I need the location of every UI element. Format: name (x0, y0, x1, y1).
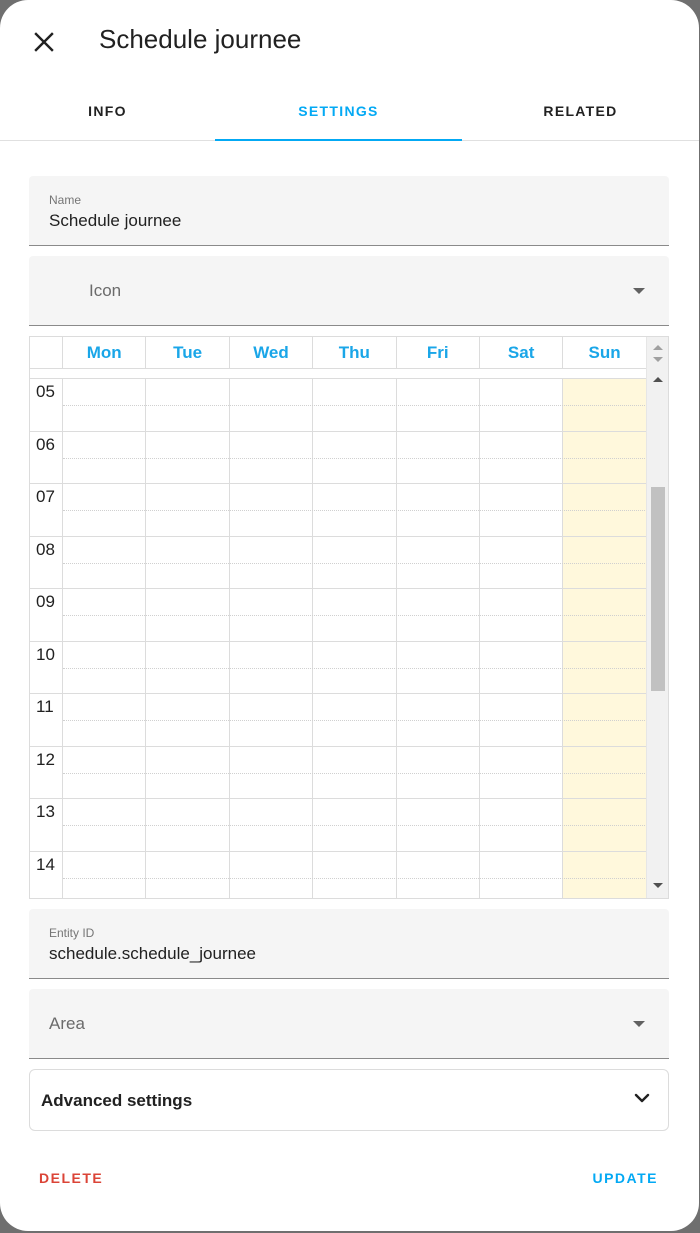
half-hour-divider (63, 405, 647, 406)
entity-id-value: schedule.schedule_journee (49, 944, 256, 963)
hour-row: 12 (30, 745, 647, 798)
dialog-header: Schedule journee (0, 0, 699, 82)
scroll-up-icon[interactable] (653, 345, 663, 350)
time-slot-sat[interactable] (480, 851, 564, 898)
hour-label: 07 (30, 484, 63, 536)
hour-label: 08 (30, 536, 63, 588)
dropdown-arrow-icon (633, 288, 645, 294)
hour-row: 10 (30, 640, 647, 693)
half-hour-divider (63, 615, 647, 616)
update-button[interactable]: UPDATE (592, 1170, 658, 1186)
time-slot-tue[interactable] (146, 851, 230, 898)
calendar-rows: 05 06 07 08 09 10 11 12 13 14 (30, 378, 647, 898)
entity-id-field[interactable]: Entity ID schedule.schedule_journee (29, 909, 669, 979)
scrollbar-thumb[interactable] (651, 487, 665, 691)
time-slot-mon[interactable] (63, 851, 147, 898)
time-slot-wed[interactable] (230, 851, 314, 898)
hour-row: 08 (30, 535, 647, 588)
half-hour-divider (63, 457, 647, 459)
hour-label: 14 (30, 851, 63, 898)
hour-label: 12 (30, 746, 63, 798)
hour-label: 11 (30, 694, 63, 746)
entity-id-label: Entity ID (49, 926, 95, 940)
day-header-wed: Wed (230, 337, 314, 368)
calendar-scrollbar[interactable] (646, 337, 668, 898)
icon-picker-placeholder: Icon (89, 281, 122, 300)
hour-row: 11 (30, 693, 647, 746)
hour-row: 06 (30, 430, 647, 483)
day-header-fri: Fri (397, 337, 480, 368)
close-button[interactable] (22, 20, 66, 64)
dialog-title: Schedule journee (99, 24, 302, 54)
hour-row: 05 (30, 378, 647, 431)
calendar-time-grid[interactable]: 05 06 07 08 09 10 11 12 13 14 (30, 370, 647, 898)
close-icon (34, 32, 54, 52)
hour-row: 09 (30, 588, 647, 641)
tab-bar: INFO SETTINGS RELATED (0, 82, 699, 141)
chevron-down-icon (634, 1093, 650, 1103)
half-hour-divider (63, 720, 647, 721)
area-picker-placeholder: Area (49, 1014, 85, 1033)
tab-info[interactable]: INFO (0, 82, 215, 140)
tab-related[interactable]: RELATED (462, 82, 699, 140)
day-header-sun: Sun (563, 337, 647, 368)
schedule-calendar[interactable]: Mon Tue Wed Thu Fri Sat Sun 05 06 07 08 09 10… (29, 336, 669, 899)
hour-label: 13 (30, 799, 63, 851)
area-picker[interactable]: Area (29, 989, 669, 1059)
day-header-mon: Mon (63, 337, 147, 368)
name-field[interactable]: Name Schedule journee (29, 176, 669, 246)
hour-label: 05 (30, 379, 63, 431)
time-slot-sun[interactable] (563, 851, 647, 898)
hour-row: 07 (30, 483, 647, 536)
schedule-dialog: Schedule journee INFO SETTINGS RELATED N… (0, 0, 699, 1231)
day-header-sat: Sat (480, 337, 564, 368)
half-hour-divider (63, 825, 647, 826)
scroll-up-arrow-icon[interactable] (653, 377, 663, 382)
advanced-settings-label: Advanced settings (41, 1091, 193, 1110)
hour-row: 14 (30, 850, 647, 898)
calendar-gutter (30, 337, 63, 368)
hour-label: 09 (30, 589, 63, 641)
half-hour-divider (63, 562, 647, 564)
dropdown-arrow-icon (633, 1021, 645, 1027)
day-header-thu: Thu (313, 337, 397, 368)
name-field-label: Name (49, 193, 82, 207)
half-hour-divider (63, 772, 647, 774)
delete-button[interactable]: DELETE (39, 1170, 103, 1186)
half-hour-divider (63, 510, 647, 511)
name-field-value: Schedule journee (49, 211, 182, 230)
tab-settings[interactable]: SETTINGS (215, 82, 462, 141)
calendar-day-header: Mon Tue Wed Thu Fri Sat Sun (30, 337, 647, 369)
time-slot-fri[interactable] (397, 851, 480, 898)
icon-picker[interactable]: Icon (29, 256, 669, 326)
scroll-down-icon[interactable] (653, 357, 663, 362)
hour-row: 13 (30, 798, 647, 851)
half-hour-divider (63, 667, 647, 669)
half-hour-divider (63, 877, 647, 879)
hour-label: 06 (30, 431, 63, 483)
advanced-settings-expander[interactable]: Advanced settings (29, 1069, 669, 1131)
day-header-tue: Tue (146, 337, 230, 368)
scroll-down-arrow-icon[interactable] (653, 883, 663, 888)
hour-label: 10 (30, 641, 63, 693)
time-slot-thu[interactable] (313, 851, 397, 898)
